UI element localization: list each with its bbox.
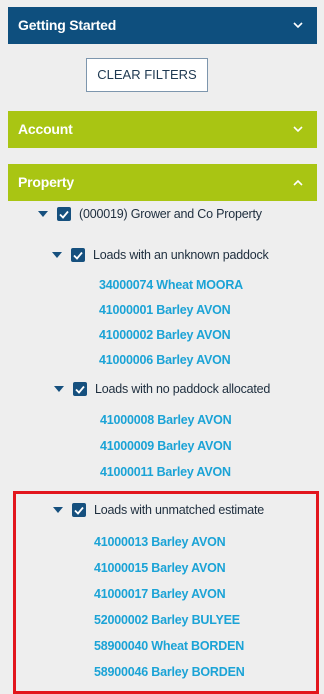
load-link[interactable]: 41000006 Barley AVON <box>99 353 231 367</box>
getting-started-title: Getting Started <box>18 17 117 33</box>
checkbox[interactable] <box>71 248 85 262</box>
load-link[interactable]: 41000009 Barley AVON <box>100 439 232 453</box>
load-link[interactable]: 58900040 Wheat BORDEN <box>94 639 244 653</box>
group-label: Loads with no paddock allocated <box>95 382 271 396</box>
load-link[interactable]: 41000001 Barley AVON <box>99 303 231 317</box>
load-link[interactable]: 41000015 Barley AVON <box>94 561 226 575</box>
group-label: Loads with an unknown paddock <box>93 248 269 262</box>
load-link[interactable]: 34000074 Wheat MOORA <box>99 278 243 292</box>
property-tree-node[interactable]: (000019) Grower and Co Property <box>38 207 262 221</box>
chevron-up-icon <box>293 164 303 201</box>
group-label: Loads with unmatched estimate <box>94 503 264 517</box>
property-title: Property <box>18 174 74 190</box>
group-no-paddock[interactable]: Loads with no paddock allocated <box>54 382 270 396</box>
caret-down-icon[interactable] <box>53 507 63 513</box>
chevron-down-icon <box>293 7 303 44</box>
caret-down-icon[interactable] <box>52 252 62 258</box>
load-link[interactable]: 41000011 Barley AVON <box>100 465 231 479</box>
load-link[interactable]: 58900046 Barley BORDEN <box>94 665 245 679</box>
group-unknown-paddock[interactable]: Loads with an unknown paddock <box>52 248 269 262</box>
checkbox[interactable] <box>57 207 71 221</box>
caret-down-icon[interactable] <box>54 386 64 392</box>
load-link[interactable]: 52000002 Barley BULYEE <box>94 613 240 627</box>
chevron-down-icon <box>293 111 303 148</box>
checkbox[interactable] <box>73 382 87 396</box>
property-node-label: (000019) Grower and Co Property <box>79 207 262 221</box>
getting-started-header[interactable]: Getting Started <box>8 7 317 44</box>
account-title: Account <box>18 121 73 137</box>
group-unmatched-estimate[interactable]: Loads with unmatched estimate <box>53 503 264 517</box>
load-link[interactable]: 41000017 Barley AVON <box>94 587 226 601</box>
load-link[interactable]: 41000013 Barley AVON <box>94 535 226 549</box>
account-header[interactable]: Account <box>8 111 317 148</box>
property-header[interactable]: Property <box>8 164 317 201</box>
clear-filters-button[interactable]: CLEAR FILTERS <box>86 58 208 92</box>
checkbox[interactable] <box>72 503 86 517</box>
load-link[interactable]: 41000008 Barley AVON <box>100 413 232 427</box>
caret-down-icon[interactable] <box>38 211 48 217</box>
load-link[interactable]: 41000002 Barley AVON <box>99 328 231 342</box>
